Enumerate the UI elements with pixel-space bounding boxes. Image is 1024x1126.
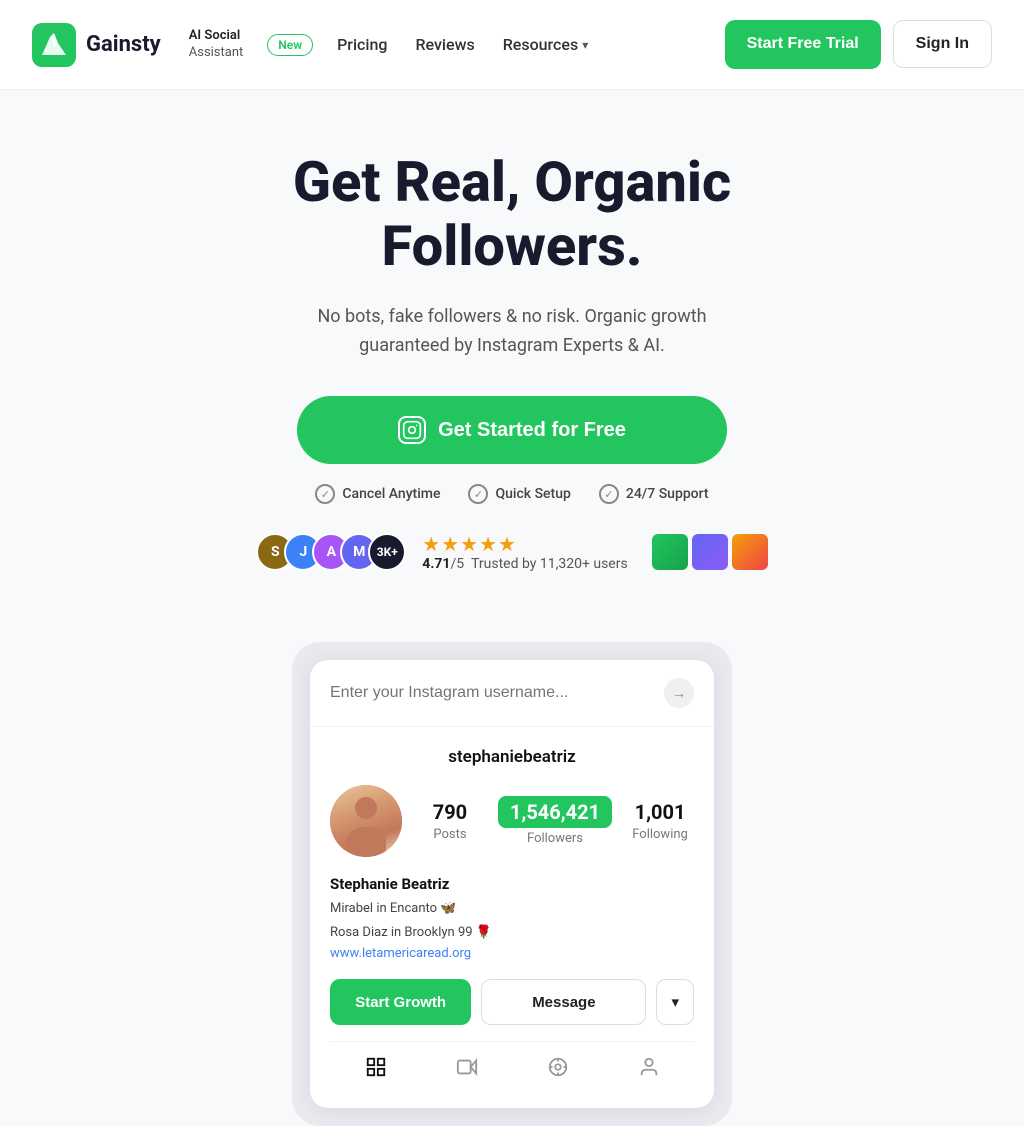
following-stat: 1,001 Following: [626, 800, 694, 842]
nav-links: Pricing Reviews Resources ▾: [337, 35, 701, 54]
grid-icon[interactable]: [363, 1054, 389, 1080]
get-started-button[interactable]: Get Started for Free: [297, 396, 727, 464]
demo-search-bar[interactable]: →: [310, 660, 714, 727]
dropdown-button[interactable]: ▾: [656, 979, 694, 1025]
reels-icon[interactable]: [545, 1054, 571, 1080]
navbar: Gainsty AI Social Assistant New Pricing …: [0, 0, 1024, 90]
feature-cancel: ✓ Cancel Anytime: [315, 484, 440, 504]
avatar-count: 3K+: [368, 533, 406, 571]
logo-link[interactable]: Gainsty: [32, 23, 161, 67]
demo-card-wrapper: → stephaniebeatriz 790 Posts 1,546,421 F…: [292, 642, 732, 1126]
video-icon[interactable]: [454, 1054, 480, 1080]
sign-in-button[interactable]: Sign In: [893, 20, 992, 68]
ai-label: AI Social Assistant: [189, 28, 244, 62]
profile-username: stephaniebeatriz: [330, 747, 694, 767]
instagram-icon: [398, 416, 426, 444]
chevron-down-icon: ▾: [582, 38, 588, 52]
check-icon: ✓: [599, 484, 619, 504]
nav-resources[interactable]: Resources ▾: [503, 35, 589, 54]
feature-setup: ✓ Quick Setup: [468, 484, 570, 504]
rating-block: ★★★★★ 4.71/5 Trusted by 11,320+ users: [422, 532, 627, 572]
profile-bio-line2: Rosa Diaz in Brooklyn 99 🌹: [330, 923, 694, 943]
hero-subtitle: No bots, fake followers & no risk. Organ…: [272, 303, 752, 361]
nav-reviews[interactable]: Reviews: [415, 35, 474, 54]
hero-features: ✓ Cancel Anytime ✓ Quick Setup ✓ 24/7 Su…: [32, 484, 992, 504]
demo-nav-bar: [330, 1041, 694, 1088]
start-trial-button[interactable]: Start Free Trial: [725, 20, 881, 69]
demo-container: → stephaniebeatriz 790 Posts 1,546,421 F…: [0, 642, 1024, 1126]
logo-text: Gainsty: [86, 32, 161, 57]
social-proof: S J A M 3K+ ★★★★★ 4.71/5 Trusted by 11,3…: [32, 532, 992, 572]
username-input[interactable]: [330, 684, 652, 702]
hero-section: Get Real, Organic Followers. No bots, fa…: [0, 90, 1024, 642]
profile-icon[interactable]: [636, 1054, 662, 1080]
demo-card: → stephaniebeatriz 790 Posts 1,546,421 F…: [310, 660, 714, 1108]
check-icon: ✓: [468, 484, 488, 504]
hero-title: Get Real, Organic Followers.: [162, 150, 862, 279]
avatar-group: S J A M 3K+: [256, 533, 406, 571]
followers-stat: 1,546,421 Followers: [498, 796, 612, 846]
feature-support: ✓ 24/7 Support: [599, 484, 709, 504]
preview-image: [732, 534, 768, 570]
preview-images: [652, 534, 768, 570]
demo-profile: stephaniebeatriz 790 Posts 1,546,421 Fol…: [310, 727, 714, 1108]
profile-actions: Start Growth Message ▾: [330, 979, 694, 1025]
profile-link[interactable]: www.letamericaread.org: [330, 946, 694, 961]
preview-image: [652, 534, 688, 570]
logo-icon: [32, 23, 76, 67]
nav-pricing[interactable]: Pricing: [337, 35, 387, 54]
check-icon: ✓: [315, 484, 335, 504]
profile-name: Stephanie Beatriz: [330, 875, 694, 893]
star-rating: ★★★★★: [422, 532, 517, 556]
nav-actions: Start Free Trial Sign In: [725, 20, 992, 69]
avatar-image: [330, 785, 402, 857]
posts-stat: 790 Posts: [416, 800, 484, 842]
profile-bio-line1: Mirabel in Encanto 🦋: [330, 899, 694, 919]
search-arrow-icon[interactable]: →: [664, 678, 694, 708]
profile-avatar: [330, 785, 402, 857]
rating-text: 4.71/5 Trusted by 11,320+ users: [422, 556, 627, 572]
new-badge: New: [267, 34, 313, 56]
message-button[interactable]: Message: [481, 979, 646, 1025]
start-growth-button[interactable]: Start Growth: [330, 979, 471, 1025]
preview-image: [692, 534, 728, 570]
profile-stats-row: 790 Posts 1,546,421 Followers 1,001 Foll…: [330, 785, 694, 857]
